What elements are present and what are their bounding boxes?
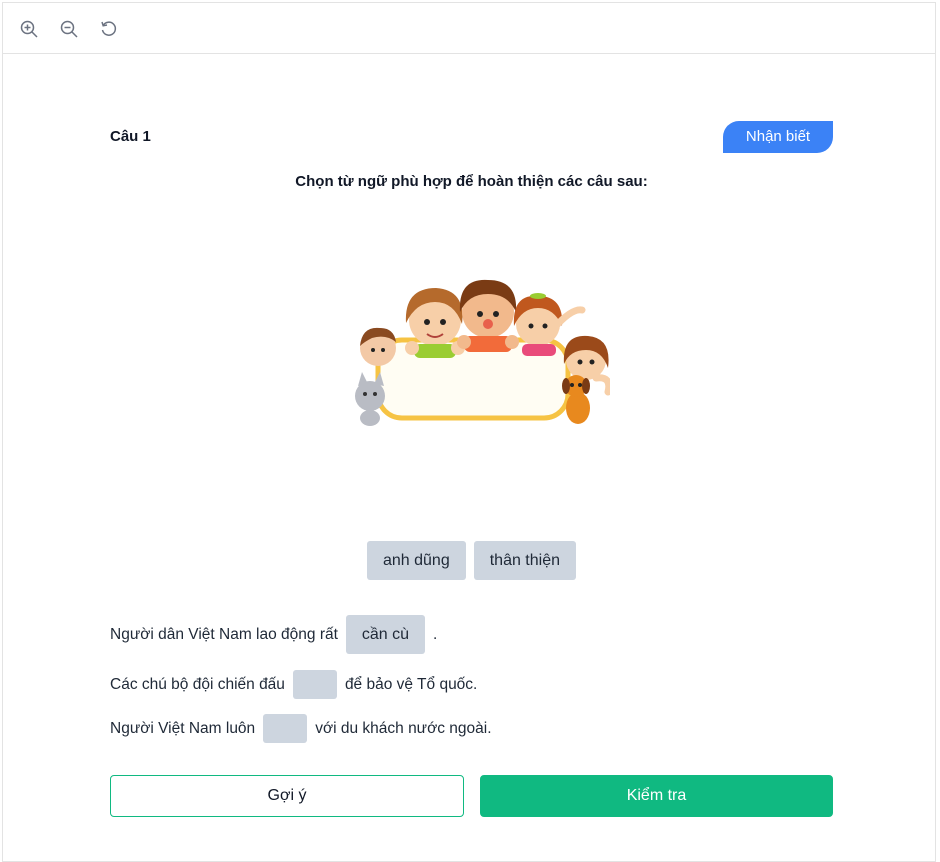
sentence-3: Người Việt Nam luôn với du khách nước ng… — [110, 714, 492, 743]
sentence-1: Người dân Việt Nam lao động rất cần cù . — [110, 615, 437, 654]
word-chip-anh-dung[interactable]: anh dũng — [366, 541, 466, 580]
sentence-2-blank[interactable] — [292, 670, 337, 699]
sentence-1-after: . — [433, 625, 438, 643]
toolbar — [3, 3, 935, 54]
word-chip-than-thien[interactable]: thân thiện — [473, 541, 576, 580]
sentence-3-before: Người Việt Nam luôn — [110, 719, 256, 737]
sentence-2: Các chú bộ đội chiến đấu để bảo vệ Tổ qu… — [110, 670, 477, 699]
zoom-in-icon[interactable] — [19, 19, 41, 41]
sentence-2-after: để bảo vệ Tổ quốc. — [344, 675, 478, 693]
rotate-icon[interactable] — [99, 19, 121, 41]
question-instruction: Chọn từ ngữ phù hợp để hoàn thiện các câ… — [295, 173, 648, 190]
kids-illustration — [340, 268, 613, 433]
question-title: Câu 1 — [110, 128, 151, 145]
check-button[interactable]: Kiểm tra — [480, 775, 833, 817]
question-frame: Câu 1 Nhận biết Chọn từ ngữ phù hợp để h… — [2, 2, 936, 862]
hint-button[interactable]: Gợi ý — [110, 775, 464, 817]
sentence-1-before: Người dân Việt Nam lao động rất — [110, 625, 338, 643]
sentence-3-after: với du khách nước ngoài. — [315, 719, 492, 737]
zoom-out-icon[interactable] — [59, 19, 81, 41]
sentence-2-before: Các chú bộ đội chiến đấu — [110, 675, 285, 693]
sentence-1-blank[interactable]: cần cù — [345, 615, 426, 654]
sentence-3-blank[interactable] — [263, 714, 308, 743]
level-badge: Nhận biết — [723, 121, 833, 153]
word-bank: anh dũng thân thiện — [110, 541, 833, 580]
